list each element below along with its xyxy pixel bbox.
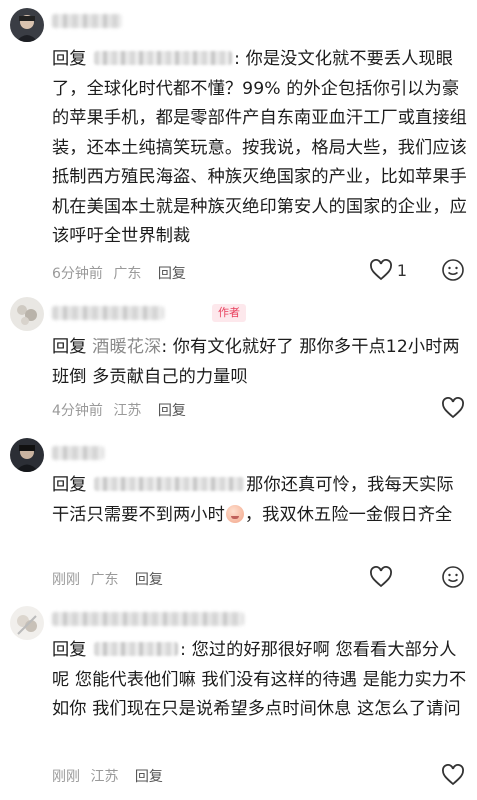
- comment-time: 6分钟前: [52, 266, 103, 282]
- heart-outline-icon: [442, 764, 464, 786]
- comment-time: 4分钟前: [52, 403, 103, 419]
- comment-meta: 6分钟前 广东 回复: [52, 263, 186, 283]
- comment-time: 刚刚: [52, 572, 80, 588]
- reply-prefix: 回复: [52, 49, 87, 69]
- reply-target-redacted[interactable]: [94, 642, 179, 656]
- like-button[interactable]: 1: [369, 259, 407, 281]
- smiley-face-icon: [442, 259, 464, 281]
- author-badge: 作者: [212, 304, 246, 322]
- like-button[interactable]: [441, 764, 465, 786]
- emoji-react-button[interactable]: [441, 565, 465, 589]
- reply-button[interactable]: 回复: [158, 266, 186, 282]
- avatar[interactable]: [10, 8, 44, 42]
- like-button[interactable]: [441, 397, 465, 419]
- comment-location: 江苏: [113, 403, 142, 419]
- avatar[interactable]: [10, 438, 44, 472]
- avatar[interactable]: [10, 606, 44, 640]
- comment-actions: [441, 397, 465, 419]
- avatar[interactable]: [10, 297, 44, 331]
- username-redacted[interactable]: [52, 306, 164, 320]
- heart-outline-icon: [369, 259, 392, 281]
- reply-prefix: 回复: [52, 337, 87, 357]
- heart-outline-icon: [442, 397, 464, 419]
- username-redacted[interactable]: [52, 14, 122, 28]
- reply-prefix: 回复: [52, 640, 87, 660]
- blushing-face-emoji: [225, 504, 244, 523]
- username-redacted[interactable]: [52, 612, 244, 626]
- reply-target-redacted[interactable]: [94, 51, 233, 65]
- username-redacted[interactable]: [52, 446, 104, 460]
- reply-button[interactable]: 回复: [135, 769, 163, 785]
- comment-meta: 刚刚 江苏 回复: [52, 766, 163, 786]
- comment-time: 刚刚: [52, 769, 80, 785]
- reply-target-name[interactable]: 酒暖花深: [92, 337, 161, 357]
- comment-body: 回复 : 你是没文化就不要丢人现眼了，全球化时代都不懂？99% 的外企包括你引以…: [52, 45, 467, 252]
- comment-actions: [369, 565, 465, 589]
- like-button[interactable]: [369, 566, 393, 588]
- comment-meta: 4分钟前 江苏 回复: [52, 400, 186, 420]
- reply-button[interactable]: 回复: [135, 572, 163, 588]
- comment-actions: [441, 764, 465, 786]
- reply-target-redacted[interactable]: [94, 477, 245, 491]
- heart-outline-icon: [370, 566, 392, 588]
- comment-body: 回复 : 您过的好那很好啊 您看看大部分人呢 您能代表他们嘛 我们没有这样的待遇…: [52, 636, 467, 725]
- smiley-face-icon: [442, 566, 464, 588]
- comment-body: 回复 那你还真可怜，我每天实际干活只需要不到两小时 ，我双休五险一金假日齐全: [52, 471, 467, 530]
- comment-text: : 你是没文化就不要丢人现眼了，全球化时代都不懂？99% 的外企包括你引以为豪的…: [52, 49, 467, 246]
- comment-location: 广东: [113, 266, 142, 282]
- comment-meta: 刚刚 广东 回复: [52, 569, 163, 589]
- emoji-react-button[interactable]: [441, 258, 465, 282]
- comment-actions: 1: [369, 258, 465, 282]
- comment-body: 回复 酒暖花深: 你有文化就好了 那你多干点12小时两班倒 多贡献自己的力量呗: [52, 333, 467, 392]
- reply-prefix: 回复: [52, 475, 87, 495]
- comment-location: 广东: [90, 572, 119, 588]
- like-count: 1: [396, 260, 407, 280]
- reply-button[interactable]: 回复: [158, 403, 186, 419]
- comment-text-part2: ，我双休五险一金假日齐全: [244, 504, 453, 525]
- comment-location: 江苏: [90, 769, 119, 785]
